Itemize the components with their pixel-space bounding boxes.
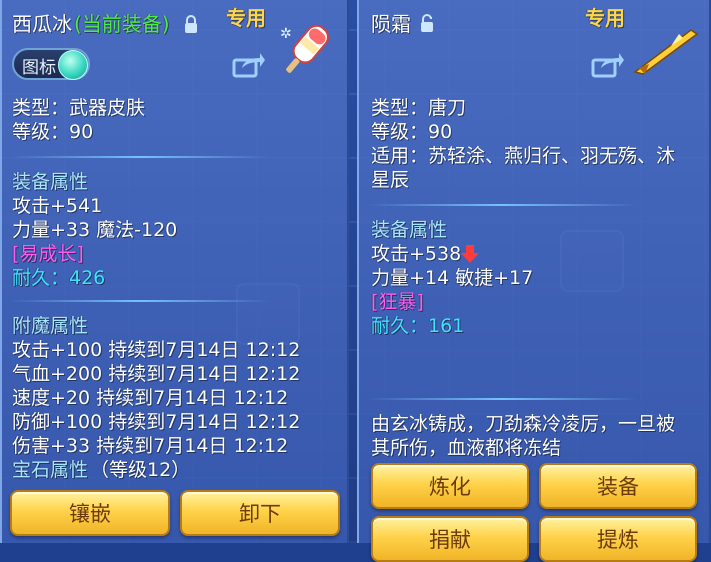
item-level: 等级：90 [12,121,94,143]
attr-line: 攻击+541 [12,195,103,217]
divider [10,156,270,158]
unequip-button[interactable]: 卸下 [180,490,340,536]
rage-tag: [狂暴] [371,291,424,313]
exclusive-label: 专用 [226,6,266,30]
usable-by: 适用：苏轻涂、燕归行、羽无殇、沐 [371,145,676,167]
item-description-cont: 其所伤，血液都将冻结 [371,437,562,459]
item-level: 等级：90 [371,121,453,143]
toggle-knob[interactable] [58,50,88,80]
item-tooltip-right: 陨霜 专用 类型：唐刀 等级：90 适用：苏轻涂、燕归行、羽无殇、沐 星辰 装备… [357,0,711,562]
icon-toggle[interactable]: 图标 [12,48,90,80]
svg-text:✲: ✲ [280,26,292,42]
item-name: 陨霜 [371,12,411,36]
item-name: 西瓜冰 [12,12,72,36]
popsicle-skin-icon: ✲ [280,24,329,73]
attack-value: 攻击+538 [371,243,462,265]
item-description: 由玄冰铸成，刀劲森冷凌厉，一旦被 [371,413,676,435]
exclusive-label: 专用 [585,6,625,30]
durability: 耐久：161 [371,315,465,337]
enchant-line: 速度+20 持续到7月14日 12:12 [12,387,289,409]
growth-tag: [易成长] [12,243,84,265]
gem-level: （等级12） [90,459,191,481]
enchant-line: 伤害+33 持续到7月14日 12:12 [12,435,289,457]
item-tooltip-left: 西瓜冰 (当前装备) 专用 ✲ 图标 类型：武器皮肤 等级：90 装备属性 攻击… [0,0,349,543]
share-icon[interactable] [232,52,266,78]
enchant-line: 攻击+100 持续到7月14日 12:12 [12,339,301,361]
inlay-button[interactable]: 镶嵌 [10,490,170,536]
equip-attr-header: 装备属性 [371,219,448,241]
divider [367,398,637,400]
attr-line: 力量+33 魔法-120 [12,219,178,241]
divider [10,300,270,302]
forge-button[interactable]: 提炼 [539,516,697,562]
item-type: 类型：唐刀 [371,97,467,119]
donate-button[interactable]: 捐献 [371,516,529,562]
equip-button[interactable]: 装备 [539,463,697,509]
share-icon[interactable] [591,52,625,78]
attr-line: 力量+14 敏捷+17 [371,267,534,289]
durability: 耐久：426 [12,267,106,289]
item-type: 类型：武器皮肤 [12,97,146,119]
equipped-label: (当前装备) [74,12,170,36]
enchant-header: 附魔属性 [12,315,89,337]
enchant-line: 气血+200 持续到7月14日 12:12 [12,363,301,385]
divider [367,204,637,206]
gem-header: 宝石属性 [12,459,89,481]
equip-attr-header: 装备属性 [12,171,89,193]
lock-icon [185,15,197,33]
enchant-line: 防御+100 持续到7月14日 12:12 [12,411,301,433]
icon-toggle-label: 图标 [22,58,56,78]
decrease-arrow-icon [461,245,479,263]
unlock-icon [421,14,433,32]
blade-weapon-icon [633,29,699,75]
refine-button[interactable]: 炼化 [371,463,529,509]
usable-by-cont: 星辰 [371,169,410,191]
